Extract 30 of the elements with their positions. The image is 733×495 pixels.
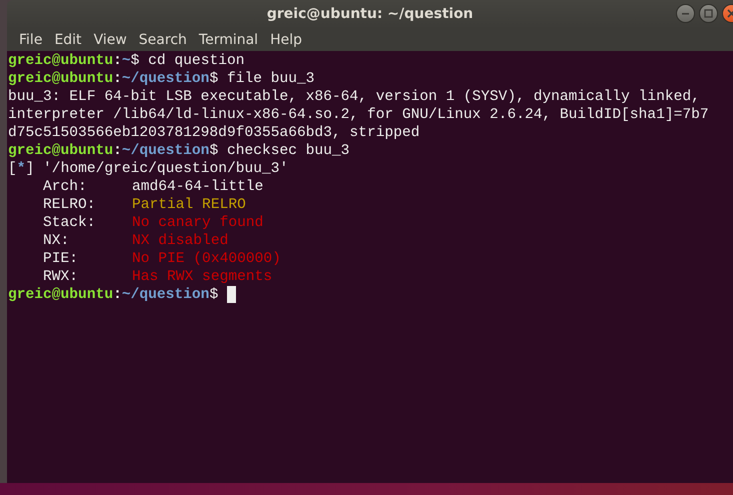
field-label: NX: bbox=[42, 232, 70, 250]
menu-item[interactable]: View bbox=[88, 32, 133, 48]
prompt-line: greic@ubuntu:~/question$ file buu_3 bbox=[8, 71, 315, 87]
field-value: Partial RELRO bbox=[132, 197, 246, 213]
output-line: interpreter /lib64/ld-linux-x86-64.so.2, for GNU/Linux 2.6.24, BuildID[sha1]=7b7 bbox=[8, 107, 709, 123]
menu-item[interactable]: Help bbox=[264, 32, 308, 48]
field-value: No PIE (0x400000) bbox=[132, 251, 281, 267]
field-value: No canary found bbox=[132, 215, 264, 231]
field-value: Has RWX segments bbox=[132, 269, 272, 285]
window-title: greic@ubuntu: ~/question bbox=[266, 6, 474, 22]
menu-item[interactable]: Edit bbox=[48, 32, 88, 48]
prompt-line: greic@ubuntu:~/question$ checksec buu_3 bbox=[8, 143, 350, 159]
field-label: Arch: bbox=[42, 178, 88, 196]
menu-item[interactable]: File bbox=[13, 32, 48, 48]
field-label: RWX: bbox=[42, 268, 80, 286]
output-line: d75c51503566eb1203781298d9f0355a66bd3, stripped bbox=[8, 125, 420, 141]
prompt-line: greic@ubuntu:~$ cd question bbox=[8, 53, 244, 69]
output-line: buu_3: ELF 64-bit LSB executable, x86-64, version 1 (SYSV), dynamically linked, bbox=[8, 89, 700, 105]
maximize-button[interactable] bbox=[699, 4, 718, 23]
menu-item[interactable]: Search bbox=[132, 32, 193, 48]
prompt-line: greic@ubuntu:~/question$ bbox=[8, 287, 218, 303]
menu-item[interactable]: Terminal bbox=[192, 32, 264, 48]
field-label: PIE: bbox=[42, 250, 80, 268]
field-value: amd64-64-little bbox=[132, 179, 264, 195]
output-line: [*] '/home/greic/question/buu_3' bbox=[8, 161, 288, 177]
field-value: NX disabled bbox=[132, 233, 228, 249]
field-label: Stack: bbox=[42, 214, 97, 232]
minimize-button[interactable] bbox=[676, 4, 695, 23]
field-label: RELRO: bbox=[42, 196, 97, 214]
maximize-icon bbox=[704, 9, 713, 18]
